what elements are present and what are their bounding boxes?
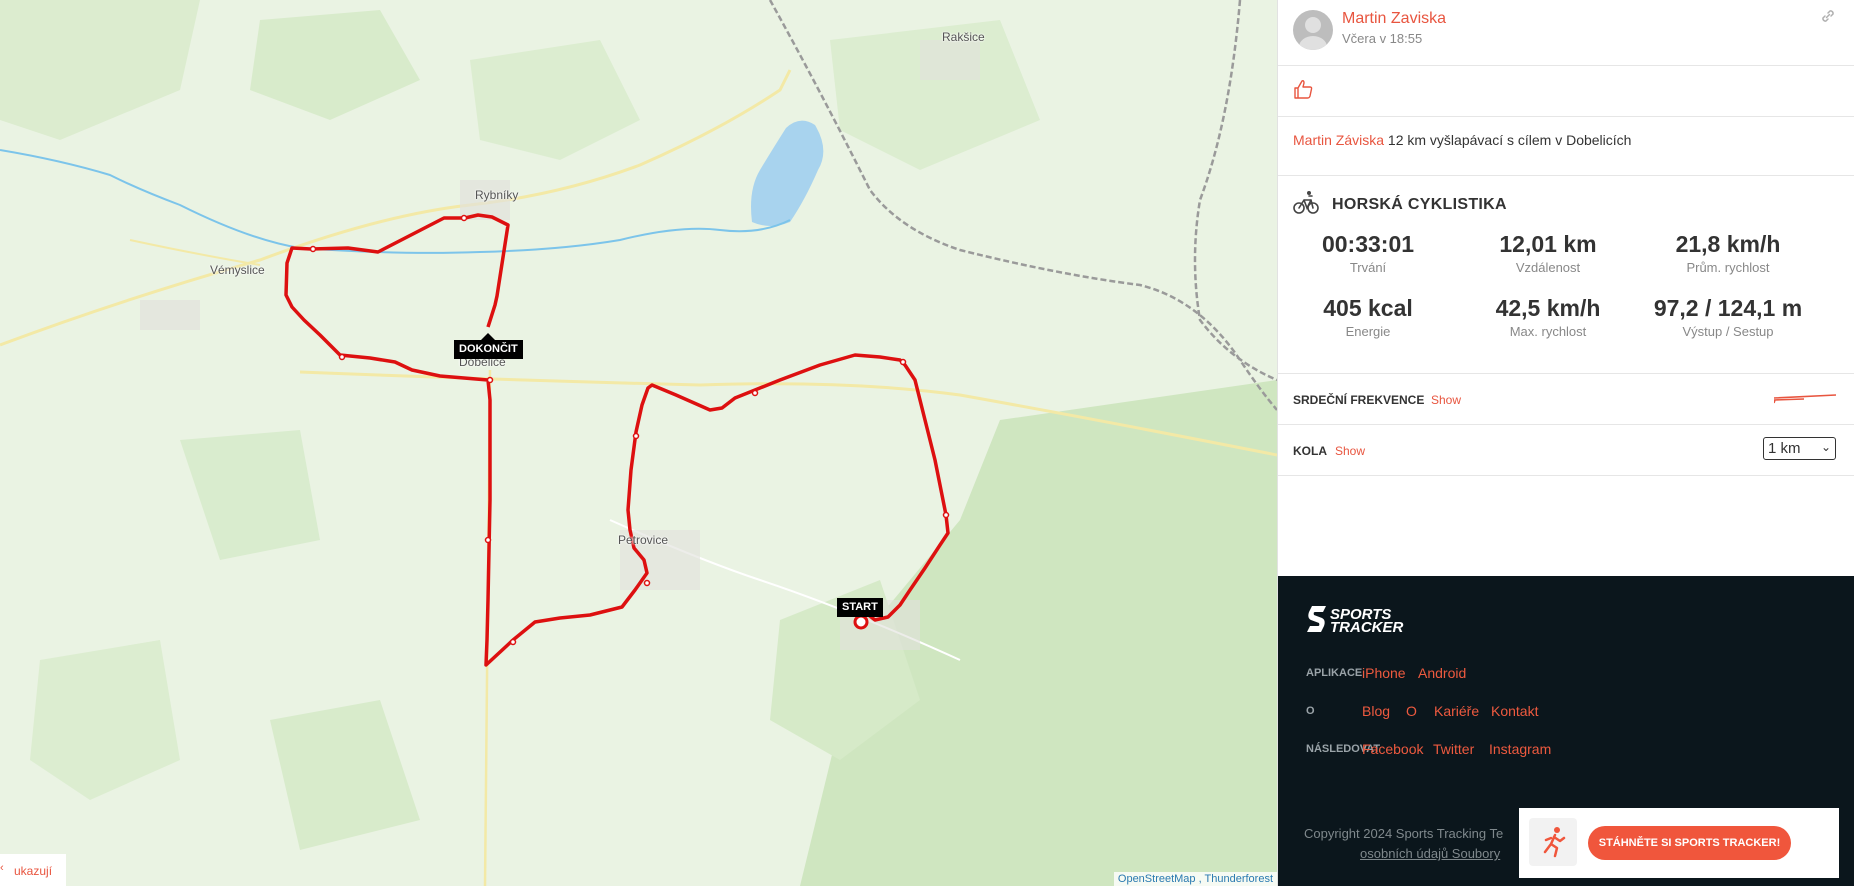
download-app-button[interactable]: STÁHNĚTE SI SPORTS TRACKER! bbox=[1588, 826, 1791, 860]
laps-show-link[interactable]: Show bbox=[1335, 444, 1365, 458]
stat-value: 405 kcal bbox=[1323, 295, 1413, 321]
stat-duration: 00:33:01 Trvání bbox=[1278, 231, 1458, 275]
map-toggle-label: ukazují bbox=[14, 864, 53, 878]
chevron-down-icon: ⌄ bbox=[1820, 440, 1831, 454]
footer-link-twitter[interactable]: Twitter bbox=[1433, 741, 1474, 757]
footer-link-about[interactable]: O bbox=[1406, 703, 1417, 719]
footer-link-android[interactable]: Android bbox=[1418, 665, 1466, 681]
stat-label: Energie bbox=[1345, 324, 1391, 339]
place-label: Petrovice bbox=[618, 533, 669, 547]
description-text: 12 km vyšlapávací s cílem v Dobelicích bbox=[1384, 132, 1632, 148]
footer-link-iphone[interactable]: iPhone bbox=[1362, 665, 1406, 681]
stat-value: 42,5 km/h bbox=[1495, 295, 1601, 321]
stat-label: Vzdálenost bbox=[1515, 260, 1581, 275]
lap-distance-select[interactable]: 1 km ⌄ bbox=[1763, 437, 1836, 460]
link-icon[interactable] bbox=[1820, 8, 1836, 29]
laps-title: KOLA bbox=[1293, 444, 1327, 458]
description-user[interactable]: Martin Záviska bbox=[1293, 132, 1384, 148]
stat-value: 97,2 / 124,1 m bbox=[1653, 295, 1803, 321]
stat-energy: 405 kcal Energie bbox=[1278, 295, 1458, 339]
stat-value: 21,8 km/h bbox=[1675, 231, 1781, 257]
site-footer: SPORTS TRACKER APLIKACE iPhone Android O… bbox=[1278, 576, 1854, 886]
heart-rate-sparkline bbox=[1774, 394, 1836, 404]
avatar[interactable] bbox=[1293, 10, 1333, 50]
logo-line: TRACKER bbox=[1330, 619, 1404, 636]
footer-link-blog[interactable]: Blog bbox=[1362, 703, 1390, 719]
workout-header: Martin Zaviska Včera v 18:55 bbox=[1278, 0, 1854, 66]
mountain-bike-icon bbox=[1292, 190, 1320, 221]
sports-tracker-logo-icon[interactable] bbox=[1306, 604, 1328, 639]
stat-distance: 12,01 km Vzdálenost bbox=[1458, 231, 1638, 275]
workout-panel: Martin Zaviska Včera v 18:55 Martin Závi… bbox=[1277, 0, 1854, 886]
laps-row: KOLA Show 1 km ⌄ bbox=[1278, 425, 1854, 476]
stat-label: Prům. rychlost bbox=[1686, 260, 1770, 275]
sport-name: HORSKÁ CYKLISTIKA bbox=[1332, 196, 1507, 213]
stat-label: Max. rychlost bbox=[1509, 324, 1587, 339]
route-map[interactable]: Rakšice Rybníky Vémyslice Dobelice Petro… bbox=[0, 0, 1277, 886]
place-label: Vémyslice bbox=[210, 263, 265, 277]
like-row bbox=[1278, 66, 1854, 117]
stat-max-speed: 42,5 km/h Max. rychlost bbox=[1458, 295, 1638, 339]
stat-value: 12,01 km bbox=[1499, 231, 1597, 257]
workout-stats: HORSKÁ CYKLISTIKA 00:33:01 Trvání 12,01 … bbox=[1278, 176, 1854, 374]
map-base bbox=[0, 0, 1277, 886]
stat-avg-speed: 21,8 km/h Prům. rychlost bbox=[1638, 231, 1818, 275]
workout-description: Martin Záviska 12 km vyšlapávací s cílem… bbox=[1278, 117, 1854, 176]
heart-rate-title: SRDEČNÍ FREKVENCE bbox=[1293, 393, 1425, 407]
footer-link-careers[interactable]: Kariéře bbox=[1434, 703, 1479, 719]
runner-icon bbox=[1529, 818, 1577, 866]
place-label: Rakšice bbox=[942, 30, 985, 44]
about-label: O bbox=[1306, 705, 1315, 717]
stat-value: 00:33:01 bbox=[1321, 231, 1415, 257]
privacy-link[interactable]: osobních údajů Soubory bbox=[1360, 846, 1500, 861]
stat-label: Trvání bbox=[1349, 260, 1387, 275]
post-time: Včera v 18:55 bbox=[1342, 31, 1423, 46]
user-name[interactable]: Martin Zaviska bbox=[1342, 10, 1446, 28]
finish-marker[interactable]: DOKONČIT bbox=[454, 340, 523, 359]
stat-ascent-descent: 97,2 / 124,1 m Výstup / Sestup bbox=[1638, 295, 1818, 339]
heart-rate-show-link[interactable]: Show bbox=[1431, 393, 1461, 407]
copyright-text: Copyright 2024 Sports Tracking Te bbox=[1304, 826, 1504, 841]
footer-link-facebook[interactable]: Facebook bbox=[1362, 741, 1423, 757]
chevron-left-icon: ‹ bbox=[0, 862, 4, 874]
stat-label: Výstup / Sestup bbox=[1682, 324, 1774, 339]
lap-distance-value: 1 km bbox=[1768, 440, 1801, 457]
logo-text[interactable]: SPORTS TRACKER bbox=[1330, 607, 1404, 636]
finish-pointer bbox=[481, 333, 495, 340]
place-label: Rybníky bbox=[475, 188, 519, 202]
start-point bbox=[853, 614, 869, 630]
start-marker[interactable]: START bbox=[837, 598, 883, 617]
thumbs-up-icon[interactable] bbox=[1292, 78, 1314, 105]
footer-link-instagram[interactable]: Instagram bbox=[1489, 741, 1551, 757]
app-download-banner: STÁHNĚTE SI SPORTS TRACKER! bbox=[1519, 808, 1839, 878]
map-toggle[interactable]: ‹ ukazují bbox=[0, 854, 66, 886]
map-attribution[interactable]: OpenStreetMap , Thunderforest bbox=[1113, 872, 1277, 886]
heart-rate-row: SRDEČNÍ FREKVENCE Show bbox=[1278, 374, 1854, 425]
apps-label: APLIKACE bbox=[1306, 667, 1363, 679]
footer-link-contact[interactable]: Kontakt bbox=[1491, 703, 1538, 719]
